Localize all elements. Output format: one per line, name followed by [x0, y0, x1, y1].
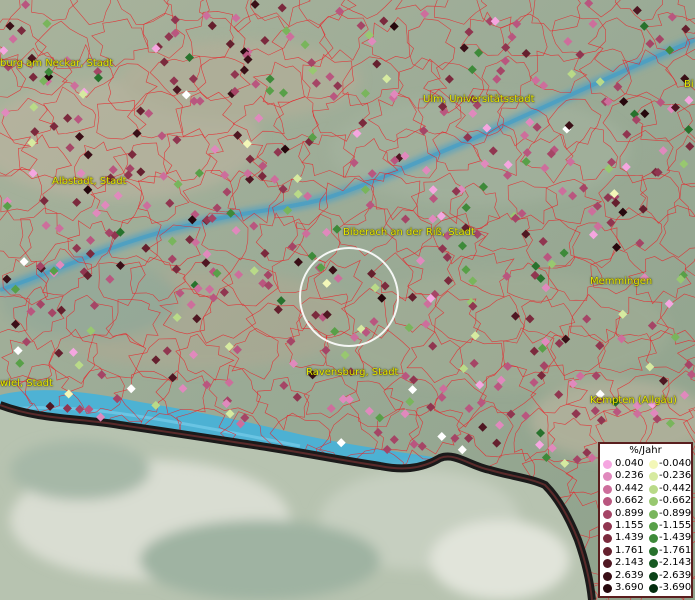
legend-label-positive: 2.143 — [615, 557, 644, 569]
legend-row: 0.899 -0.899 — [603, 508, 693, 520]
legend-row: 0.236 -0.236 — [603, 470, 693, 482]
legend-label-negative: -1.439 — [659, 532, 692, 544]
legend-swatch-negative — [649, 472, 658, 482]
legend-label-negative: -0.236 — [659, 470, 692, 482]
legend-swatch-negative — [649, 571, 658, 581]
legend-row: 2.639 -2.639 — [603, 570, 693, 582]
legend-row: 1.155 -1.155 — [603, 520, 693, 532]
legend-swatch-positive — [603, 522, 612, 531]
legend-swatch-negative — [649, 534, 658, 544]
legend-label-positive: 0.236 — [615, 470, 644, 482]
legend-label-positive: 0.442 — [615, 482, 644, 494]
legend-row: 3.690 -3.690 — [603, 582, 693, 594]
legend-label-negative: -0.040 — [659, 458, 692, 469]
legend-label-positive: 0.662 — [615, 495, 644, 507]
legend-title: %/Jahr — [629, 445, 662, 456]
city-label-edge: Bi — [684, 79, 694, 90]
city-label-biberach: Biberach an der Riß, Stadt — [343, 227, 475, 238]
city-label-ravensburg: Ravensburg, Stadt — [306, 367, 399, 378]
legend-panel: %/Jahr 0.040 -0.040 0.236 -0.236 0.442 -0.442… — [598, 442, 693, 598]
legend-label-negative: -2.143 — [659, 557, 692, 569]
legend-row: 1.439 -1.439 — [603, 532, 693, 544]
legend-swatch-negative — [649, 522, 658, 531]
legend-row: 0.040 -0.040 — [603, 458, 693, 470]
city-label-heilbronn: burg am Neckar, Stadt — [0, 58, 114, 69]
legend-row: 2.143 -2.143 — [603, 557, 693, 569]
legend-swatch-positive — [603, 509, 612, 519]
legend-swatch-positive — [603, 534, 612, 544]
city-label-ulm: Ulm, Universitätsstadt — [423, 94, 535, 105]
legend-swatch-positive — [603, 472, 612, 482]
city-label-kempten: Kempten (Allgäu) — [590, 395, 677, 406]
legend-swatch-positive — [603, 559, 612, 569]
legend-label-positive: 1.761 — [615, 544, 644, 556]
legend-label-negative: -1.761 — [659, 544, 692, 556]
legend-row: 1.761 -1.761 — [603, 545, 693, 557]
city-label-singen: wiel, Stadt — [0, 378, 53, 389]
legend-swatch-negative — [649, 497, 658, 507]
legend-swatch-negative — [649, 559, 658, 569]
legend-swatch-positive — [603, 460, 612, 469]
legend-label-negative: -0.442 — [659, 482, 692, 494]
city-label-albstadt: Albstadt, Stadt — [52, 176, 127, 187]
legend-swatch-negative — [649, 584, 658, 593]
legend-swatch-negative — [649, 484, 658, 494]
legend-swatch-positive — [603, 571, 612, 581]
legend-swatch-positive — [603, 497, 612, 507]
legend-row: 0.442 -0.442 — [603, 483, 693, 495]
legend-swatch-negative — [649, 460, 658, 469]
legend-swatch-positive — [603, 484, 612, 494]
legend-label-negative: -0.662 — [659, 495, 692, 507]
legend-swatch-positive — [603, 546, 612, 556]
legend-label-positive: 1.155 — [615, 520, 644, 531]
legend-label-negative: -0.899 — [659, 507, 692, 519]
legend-label-negative: -2.639 — [659, 569, 692, 581]
city-label-memmingen: Memmingen — [590, 276, 653, 287]
legend-label-positive: 3.690 — [615, 582, 644, 593]
legend-row: 0.662 -0.662 — [603, 495, 693, 507]
legend-label-negative: -1.155 — [659, 520, 692, 531]
legend-swatch-positive — [603, 584, 612, 593]
map-canvas[interactable] — [0, 0, 695, 600]
legend-swatch-negative — [649, 509, 658, 519]
legend-label-positive: 0.040 — [615, 458, 644, 469]
legend-label-positive: 1.439 — [615, 532, 644, 544]
legend-label-positive: 0.899 — [615, 507, 644, 519]
legend-label-positive: 2.639 — [615, 569, 644, 581]
legend-label-negative: -3.690 — [659, 582, 692, 593]
legend-swatch-negative — [649, 546, 658, 556]
